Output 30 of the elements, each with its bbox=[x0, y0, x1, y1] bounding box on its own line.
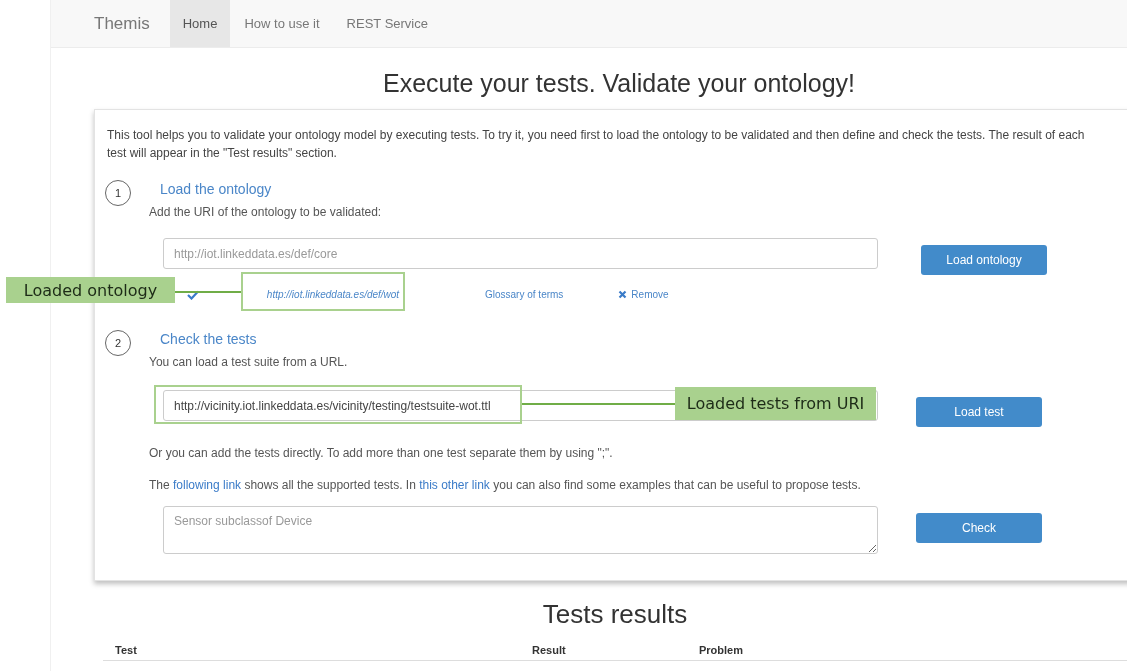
tests-field[interactable]: Sensor subclassof Device bbox=[163, 506, 878, 554]
page-title: Execute your tests. Validate your ontology! bbox=[382, 68, 856, 99]
nav-tab[interactable]: REST Service bbox=[333, 0, 441, 47]
nav-tab[interactable]: How to use it bbox=[231, 0, 333, 47]
nav-tab[interactable]: Home bbox=[169, 0, 231, 47]
column-header: Result bbox=[532, 644, 567, 656]
url-field[interactable]: http://iot.linkeddata.es/def/core bbox=[163, 238, 878, 269]
remove-link[interactable]: Remove bbox=[618, 289, 669, 300]
load-button[interactable]: Load test bbox=[916, 397, 1042, 427]
step-hint: You can load a test suite from a URL. bbox=[149, 354, 349, 370]
step-heading: Load the ontology bbox=[160, 180, 273, 198]
text-link[interactable]: this other link bbox=[419, 478, 490, 492]
check-button[interactable]: Check bbox=[916, 513, 1042, 543]
glossary-link[interactable]: Glossary of terms bbox=[485, 289, 564, 300]
leader-line bbox=[175, 291, 241, 293]
column-header: Problem bbox=[699, 644, 744, 656]
info-text: Or you can add the tests directly. To add more than one test separate them by using ";". bbox=[149, 445, 614, 461]
text-link[interactable]: following link bbox=[173, 478, 242, 492]
results-title: Tests results bbox=[541, 598, 689, 631]
ontology-link[interactable]: http://iot.linkeddata.es/def/wot bbox=[251, 289, 415, 300]
callout-label: Loaded ontology bbox=[6, 277, 175, 303]
step-hint: Add the URI of the ontology to be validated: bbox=[149, 204, 383, 220]
close-icon bbox=[618, 290, 628, 299]
callout-label: Loaded tests from URI bbox=[675, 387, 876, 420]
step-heading: Check the tests bbox=[160, 330, 258, 348]
column-header: Test bbox=[115, 644, 138, 656]
load-button[interactable]: Load ontology bbox=[921, 245, 1047, 275]
brand-name[interactable]: Themis bbox=[94, 13, 150, 34]
info-text: The following link shows all the supported tests. In this other link you can also find some examples that can be useful to propose tests. bbox=[149, 477, 862, 493]
intro-text: This tool helps you to validate your ontology model by executing tests. To try it, you need first to load the ontology to be validated and then define and check the tests. The result of each test will appear in the "Test results" section. bbox=[107, 127, 1086, 162]
